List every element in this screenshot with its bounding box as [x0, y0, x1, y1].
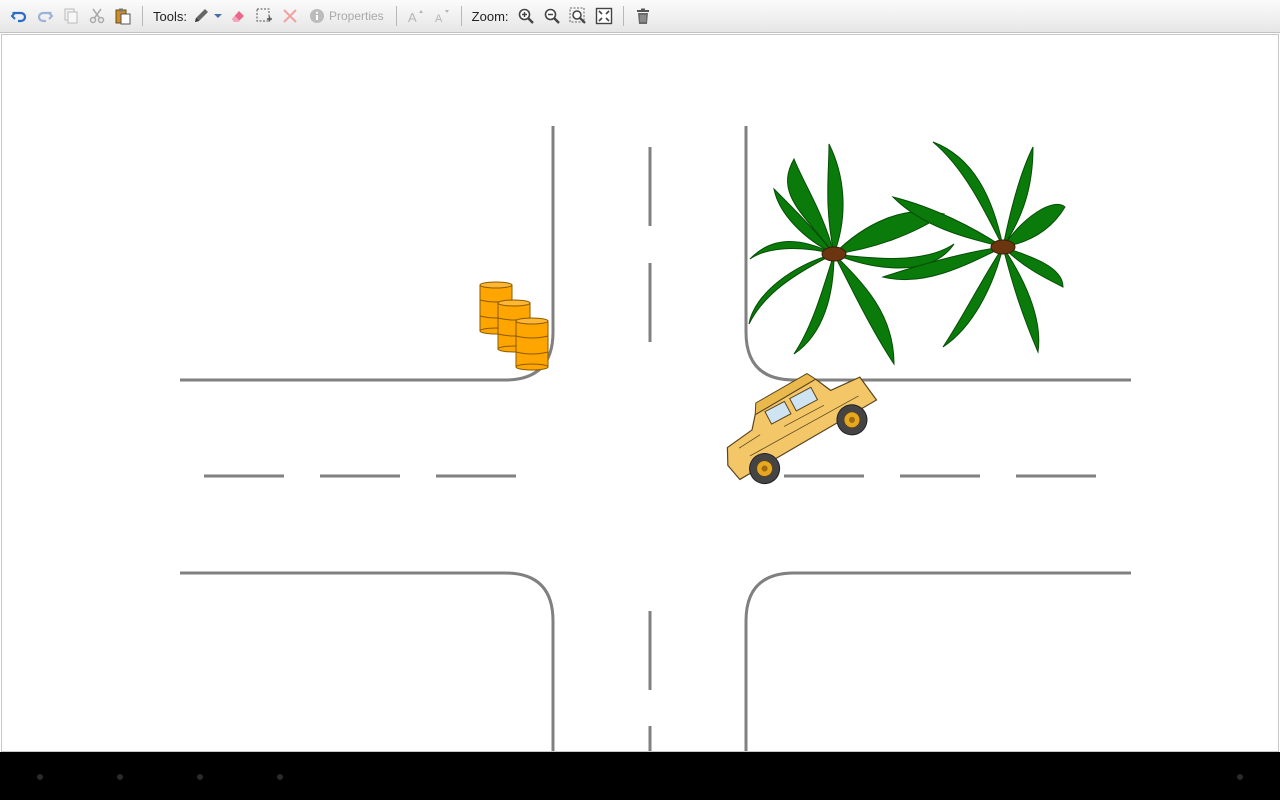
canvas-svg — [180, 126, 1131, 751]
road-edge-top-left — [180, 126, 555, 382]
eraser-icon — [231, 11, 244, 22]
undo-button[interactable] — [6, 3, 32, 29]
copy-icon — [64, 8, 78, 24]
toolbar-separator — [622, 6, 624, 26]
road-edge-bottom-left — [180, 571, 555, 751]
select-button[interactable] — [251, 3, 277, 29]
road-intersection — [180, 126, 1131, 751]
menu-icon[interactable] — [277, 774, 283, 780]
zoom-label: Zoom: — [471, 8, 509, 24]
chevron-down-icon — [213, 14, 222, 18]
svg-text:A: A — [408, 10, 417, 25]
x-icon — [283, 9, 297, 23]
eraser-button[interactable] — [225, 3, 251, 29]
copy-button[interactable] — [58, 3, 84, 29]
toolbar: Tools: Properties A A Zoom: — [0, 0, 1280, 33]
zoom-in-button[interactable] — [513, 3, 539, 29]
pen-tool-button[interactable] — [191, 3, 211, 29]
scissors-icon — [89, 8, 105, 24]
palm-trees[interactable] — [748, 141, 1066, 366]
system-nav-bar — [0, 752, 1280, 800]
lane-markings — [204, 147, 1096, 751]
info-icon — [309, 9, 324, 23]
recents-icon[interactable] — [197, 774, 203, 780]
toolbar-separator — [460, 6, 462, 26]
font-increase-icon: A — [408, 10, 423, 25]
font-larger-button[interactable]: A — [403, 3, 429, 29]
clear-canvas-button[interactable] — [630, 3, 656, 29]
oil-barrels[interactable] — [479, 281, 549, 371]
redo-button[interactable] — [32, 3, 58, 29]
drawing-canvas[interactable] — [1, 34, 1279, 752]
drawing-app: Tools: Properties A A Zoom: — [0, 0, 1280, 800]
zoom-out-icon — [544, 8, 560, 24]
redo-icon — [37, 11, 54, 23]
barrel — [515, 317, 549, 371]
toolbar-separator — [395, 6, 397, 26]
pencil-icon — [194, 9, 208, 22]
font-decrease-icon: A — [435, 10, 449, 25]
delete-selection-button[interactable] — [277, 3, 303, 29]
font-smaller-button[interactable]: A — [429, 3, 455, 29]
cut-button[interactable] — [84, 3, 110, 29]
zoom-fit-icon — [595, 7, 612, 25]
toolbar-separator — [142, 6, 143, 26]
marquee-select-icon — [256, 8, 272, 22]
paste-icon — [115, 8, 131, 25]
paste-button[interactable] — [110, 3, 136, 29]
zoom-fit-button[interactable] — [591, 3, 617, 29]
road-edge-bottom-right — [744, 571, 1131, 751]
home-icon[interactable] — [117, 774, 123, 780]
pen-tool-dropdown[interactable] — [211, 3, 225, 29]
zoom-in-icon — [518, 8, 534, 24]
zoom-selection-button[interactable] — [565, 3, 591, 29]
notification-icon[interactable] — [1237, 774, 1243, 780]
properties-label: Properties — [328, 9, 384, 23]
svg-text:A: A — [435, 13, 443, 25]
zoom-selection-icon — [569, 7, 586, 24]
zoom-out-button[interactable] — [539, 3, 565, 29]
humvee-vehicle[interactable] — [707, 351, 887, 497]
palm-tree-left — [748, 143, 955, 366]
tools-label: Tools: — [153, 8, 187, 24]
back-icon[interactable] — [37, 774, 43, 780]
trash-icon — [636, 8, 649, 24]
undo-icon — [10, 11, 27, 23]
palm-tree-right — [881, 141, 1066, 354]
properties-button[interactable]: Properties — [303, 3, 390, 29]
